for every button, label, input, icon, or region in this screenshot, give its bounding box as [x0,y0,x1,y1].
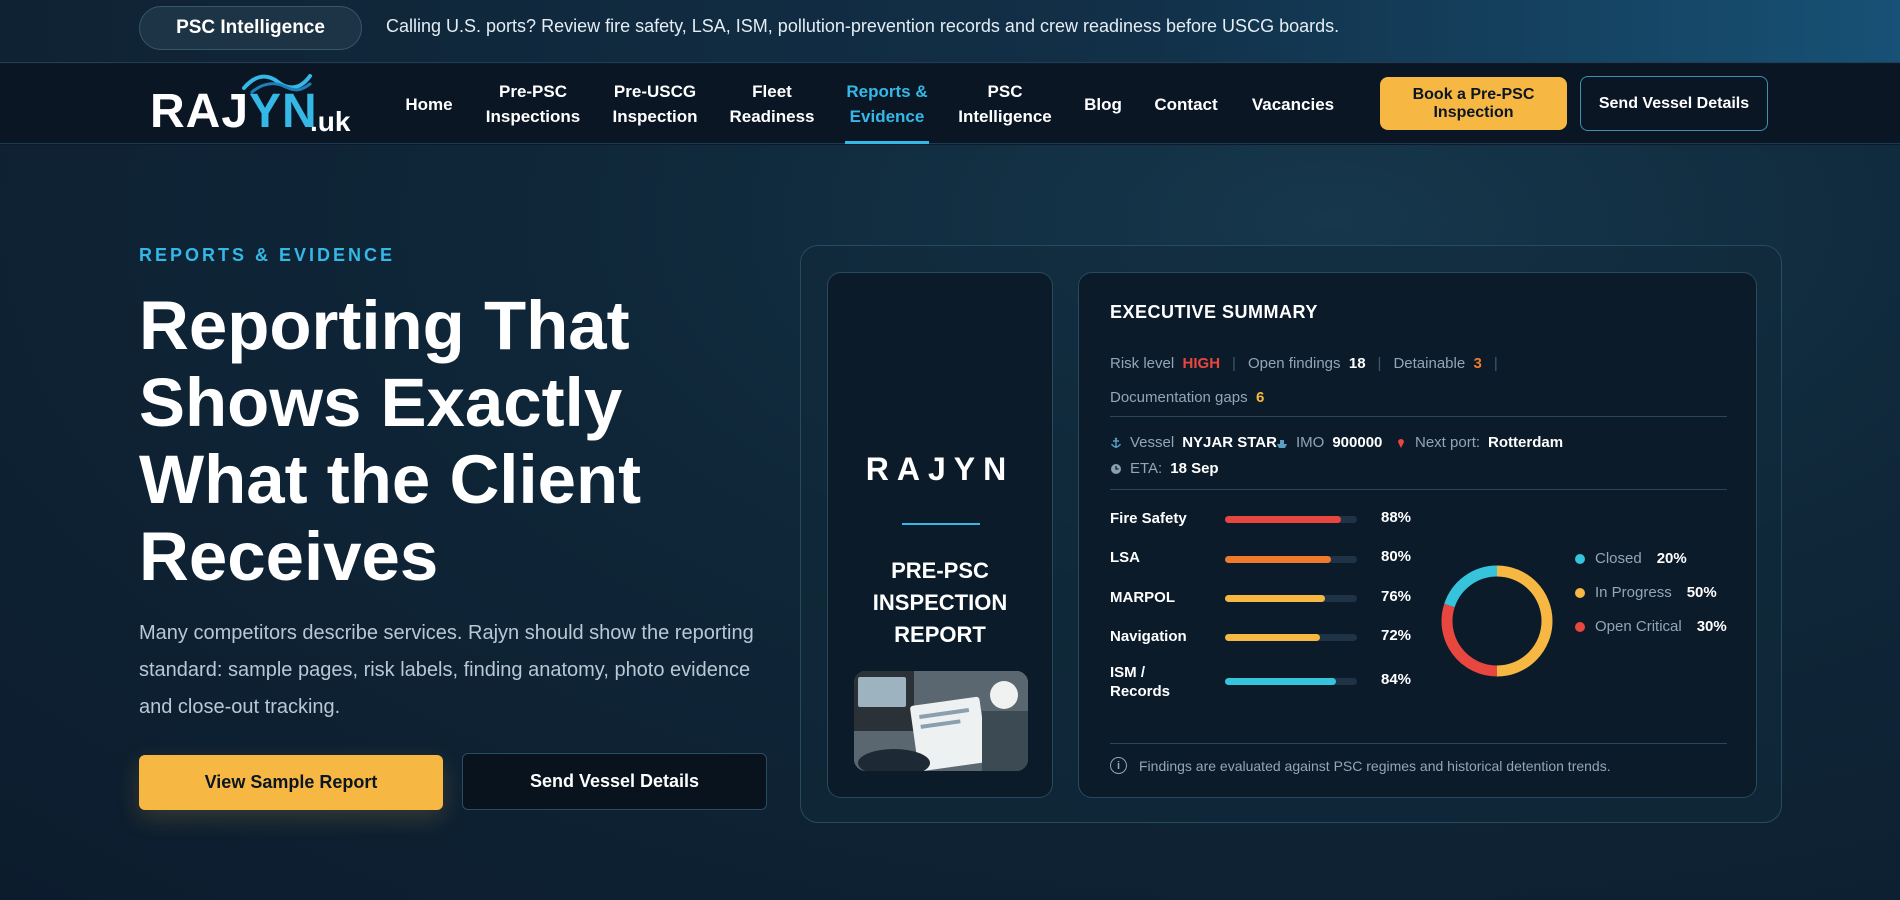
rajyn-logo[interactable]: RAJYN .uk [150,70,360,140]
report-preview-panel: RAJYN PRE-PSC INSPECTION REPORT EXECUTIV… [800,245,1782,823]
hero-headline: Reporting That Shows Exactly What the Cl… [139,287,642,595]
eta-meta: ETA: 18 Sep [1110,460,1219,477]
legend-dot [1575,587,1585,598]
announcement-message: Calling U.S. ports? Review fire safety, … [386,16,1340,36]
clock-icon [1111,463,1121,474]
next-port-value: Rotterdam [1488,434,1564,451]
summary-divider [1110,416,1727,417]
logo-domain: .uk [310,106,351,137]
eta-value: 18 Sep [1170,460,1219,477]
risk-level-value: HIGH [1182,355,1221,372]
documentation-gaps-row: Documentation gaps 6 [1110,389,1264,406]
donut-segment-closed [1444,565,1498,608]
bar-fill [1225,678,1336,685]
send-vessel-details-nav-button[interactable]: Send Vessel Details [1580,76,1768,131]
donut-segment-open-critical [1441,603,1498,677]
inspector-photo [854,671,1028,771]
vessel-name: NYJAR STAR [1182,434,1277,451]
bar-fill [1225,516,1342,523]
vessel-meta: Vessel NYJAR STAR [1110,434,1277,451]
ship-icon [1277,439,1287,448]
bar-value: 88% [1381,509,1412,526]
risk-stats-row: Risk level HIGH | Open findings 18 | Detaina… [1110,355,1498,372]
cover-brand: RAJYN [865,451,1015,487]
imo-meta: IMO 900000 [1276,434,1382,451]
bar-track [1225,678,1357,685]
view-sample-report-button[interactable]: View Sample Report [139,755,443,810]
bar-label: Navigation [1110,628,1187,645]
report-cover: RAJYN PRE-PSC INSPECTION REPORT [827,272,1053,798]
next-port-meta: Next port: Rotterdam [1395,434,1563,451]
bar-label: Fire Safety [1110,510,1187,527]
detainable-value: 3 [1473,355,1482,372]
executive-summary-card: EXECUTIVE SUMMARY Risk level HIGH | Open f… [1078,272,1757,798]
nav-pre-psc-inspections[interactable]: Pre-PSC Inspections [480,64,586,144]
nav-home[interactable]: Home [397,64,461,144]
inspection-photo-illustration [854,671,1028,771]
bar-value: 84% [1381,671,1412,688]
anchor-icon [1110,437,1122,448]
summary-divider [1110,489,1727,490]
info-icon: i [1110,757,1127,774]
nav-vacancies[interactable]: Vacancies [1246,64,1340,144]
imo-number: 900000 [1332,434,1383,451]
book-inspection-button[interactable]: Book a Pre-PSC Inspection [1380,77,1567,130]
summary-divider [1110,743,1727,744]
legend-item: Closed 20% [1575,550,1687,567]
detainable-label: Detainable [1393,355,1466,372]
status-donut-chart [1441,565,1553,677]
hero-section: REPORTS & EVIDENCE Reporting That Shows … [0,145,1900,900]
bar-fill [1225,595,1326,602]
summary-title: EXECUTIVE SUMMARY [1110,302,1318,322]
nav-blog[interactable]: Blog [1080,64,1126,144]
nav-reports-evidence[interactable]: Reports & Evidence [845,64,929,144]
section-eyebrow: REPORTS & EVIDENCE [139,245,396,265]
nav-psc-intelligence[interactable]: PSC Intelligence [952,64,1058,144]
psc-intelligence-pill[interactable]: PSC Intelligence [139,6,362,50]
open-findings-label: Open findings [1247,355,1341,372]
legend-item: Open Critical 30% [1575,618,1727,635]
bar-fill [1225,634,1321,641]
bar-label: LSA [1110,549,1140,566]
bar-track [1225,556,1357,563]
evaluation-note: i Findings are evaluated against PSC reg… [1110,757,1611,774]
bar-label: MARPOL [1110,589,1175,606]
cover-divider [902,523,980,525]
nav-fleet-readiness[interactable]: Fleet Readiness [726,64,818,144]
location-pin-icon [1398,438,1404,448]
legend-dot [1575,621,1585,632]
bar-value: 76% [1381,588,1412,605]
nav-pre-uscg-inspection[interactable]: Pre-USCG Inspection [604,64,706,144]
documentation-gaps-value: 6 [1255,389,1265,406]
open-findings-value: 18 [1348,355,1366,372]
bar-track [1225,516,1357,523]
hero-lead-text: Many competitors describe services. Rajy… [139,622,754,718]
documentation-gaps-label: Documentation gaps [1110,389,1248,406]
logo-wordmark: RAJYN [150,85,318,138]
announcement-bar: PSC Intelligence Calling U.S. ports? Rev… [0,0,1900,63]
bar-value: 72% [1381,627,1412,644]
bar-value: 80% [1381,548,1412,565]
bar-label: ISM / Records [1110,664,1171,700]
cover-title: PRE-PSC INSPECTION REPORT [872,558,1008,647]
bar-fill [1225,556,1331,563]
nav-contact[interactable]: Contact [1150,64,1222,144]
send-vessel-details-button[interactable]: Send Vessel Details [462,753,767,810]
legend-item: In Progress 50% [1575,584,1717,601]
legend-dot [1575,553,1585,564]
bar-track [1225,634,1357,641]
main-navigation: RAJYN .uk Home Pre-PSC Inspections Pre-U… [0,64,1900,144]
donut-segment-in-progress [1496,565,1553,677]
bar-track [1225,595,1357,602]
risk-level-label: Risk level [1110,355,1175,372]
